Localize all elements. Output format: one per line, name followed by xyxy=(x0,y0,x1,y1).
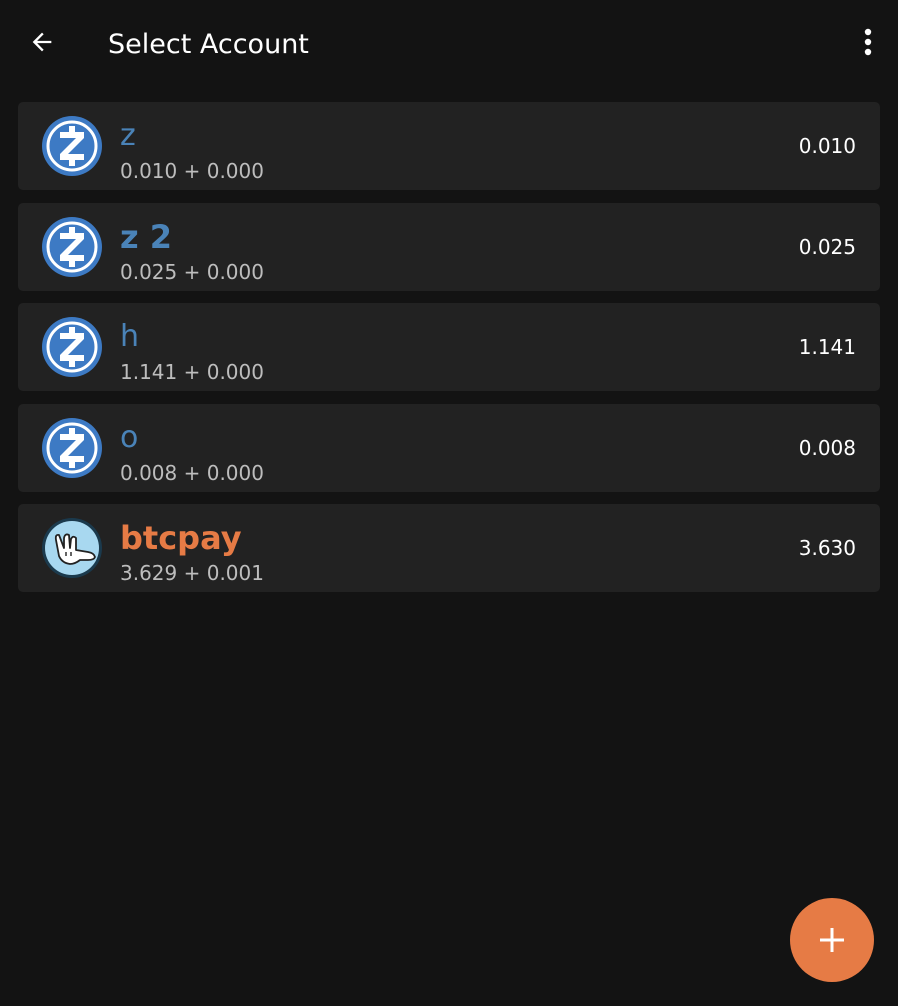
account-name: btcpay xyxy=(120,519,242,557)
back-button[interactable] xyxy=(22,22,62,62)
account-name: z xyxy=(120,118,136,153)
account-name: z 2 xyxy=(120,217,173,256)
more-vert-icon xyxy=(864,28,872,56)
account-row-h[interactable]: h 1.141 + 0.000 1.141 xyxy=(18,303,880,391)
app-bar: Select Account xyxy=(0,0,898,88)
account-list: z 0.010 + 0.000 0.010 z 2 0.025 + 0.000 … xyxy=(18,102,880,605)
zcash-icon xyxy=(42,216,102,277)
account-total-balance: 0.010 xyxy=(798,134,856,158)
page-title: Select Account xyxy=(108,29,309,60)
account-balance-detail: 1.141 + 0.000 xyxy=(120,360,264,384)
account-total-balance: 1.141 xyxy=(798,335,856,359)
account-balance-detail: 0.025 + 0.000 xyxy=(120,259,264,284)
plus-icon xyxy=(820,928,844,952)
account-balance-detail: 0.008 + 0.000 xyxy=(120,460,264,485)
account-total-balance: 0.008 xyxy=(798,435,856,460)
add-account-button[interactable] xyxy=(790,898,874,982)
account-total-balance: 0.025 xyxy=(798,234,856,259)
account-name: h xyxy=(120,319,140,354)
zcash-icon xyxy=(42,116,102,176)
arrow-left-icon xyxy=(32,32,52,52)
account-total-balance: 3.630 xyxy=(798,536,856,560)
account-row-z-2[interactable]: z 2 0.025 + 0.000 0.025 xyxy=(18,202,880,291)
account-balance-detail: 3.629 + 0.001 xyxy=(120,561,264,585)
account-balance-detail: 0.010 + 0.000 xyxy=(120,159,264,183)
shaka-hand-icon xyxy=(42,518,102,578)
account-name: o xyxy=(120,419,139,455)
account-row-o[interactable]: o 0.008 + 0.000 0.008 xyxy=(18,403,880,492)
zcash-icon xyxy=(42,317,102,377)
zcash-icon xyxy=(42,417,102,478)
account-row-btcpay[interactable]: btcpay 3.629 + 0.001 3.630 xyxy=(18,504,880,592)
account-row-z[interactable]: z 0.010 + 0.000 0.010 xyxy=(18,102,880,190)
more-options-button[interactable] xyxy=(848,22,888,62)
